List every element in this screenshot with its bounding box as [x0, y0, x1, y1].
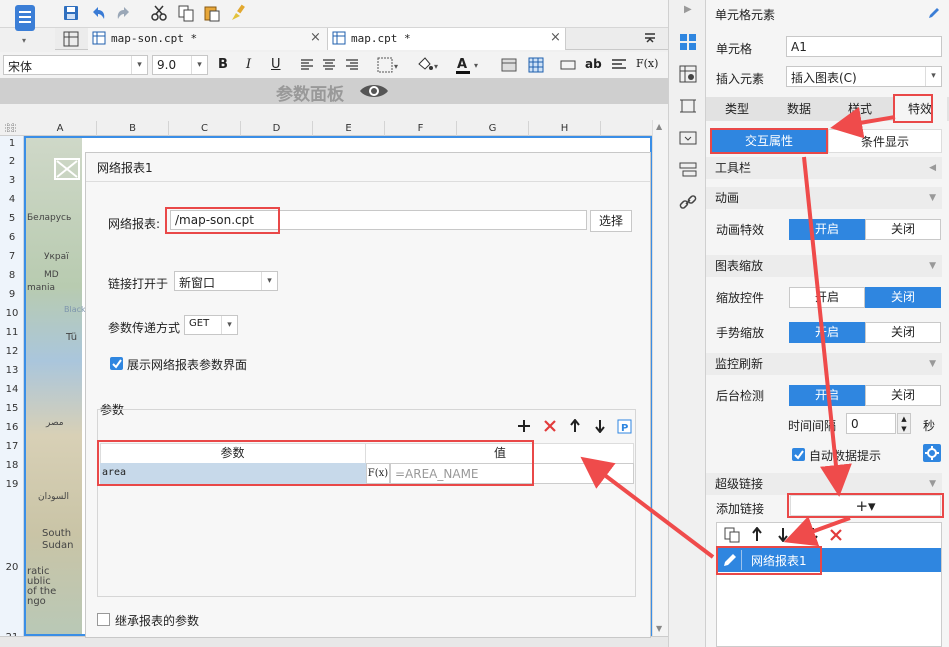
- annotation-arrows: [580, 106, 896, 559]
